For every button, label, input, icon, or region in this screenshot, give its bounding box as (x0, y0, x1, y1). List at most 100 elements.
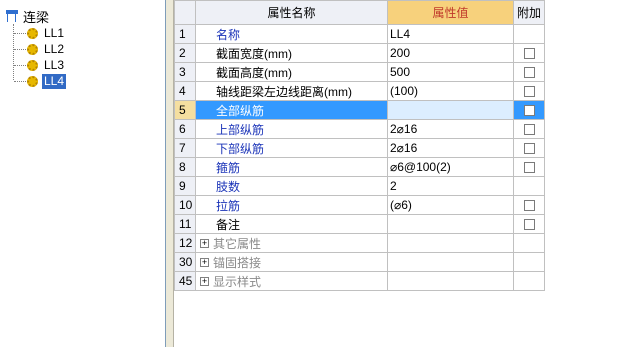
tree-item-ll4[interactable]: LL4 (14, 73, 67, 89)
gear-icon (27, 59, 38, 71)
extra-checkbox[interactable] (523, 143, 535, 155)
extra-checkbox[interactable] (523, 124, 535, 136)
tree-item-label: LL3 (44, 57, 65, 72)
component-group-icon (5, 9, 19, 23)
property-row[interactable]: 8 箍筋 ⌀6@100(2) (174, 157, 545, 177)
extra-cell[interactable] (513, 195, 545, 215)
property-name[interactable]: 拉筋 (195, 195, 388, 215)
expand-icon[interactable]: + (200, 276, 209, 286)
extra-cell[interactable] (513, 100, 545, 120)
extra-checkbox[interactable] (523, 200, 535, 212)
property-group-row[interactable]: 12 + 其它属性 (174, 233, 545, 253)
row-number: 1 (174, 24, 196, 44)
property-name-header[interactable]: 属性名称 (195, 0, 388, 25)
property-row[interactable]: 6 上部纵筋 2⌀16 (174, 119, 545, 139)
property-value-header[interactable]: 属性值 (387, 0, 514, 25)
property-row[interactable]: 9 肢数 2 (174, 176, 545, 196)
property-row[interactable]: 10 拉筋 (⌀6) (174, 195, 545, 215)
property-row[interactable]: 3 截面高度(mm) 500 (174, 62, 545, 82)
property-value[interactable]: ⌀6@100(2) (387, 157, 514, 177)
property-value[interactable]: (⌀6) (387, 195, 514, 215)
row-number: 10 (174, 195, 196, 215)
extra-checkbox[interactable] (523, 67, 535, 79)
property-group-label: 其它属性 (213, 236, 262, 251)
property-value[interactable]: 2⌀16 (387, 138, 514, 158)
property-row[interactable]: 5 全部纵筋 (174, 100, 545, 120)
extra-cell[interactable] (513, 81, 545, 101)
property-name[interactable]: 肢数 (195, 176, 388, 196)
extra-checkbox[interactable] (523, 105, 535, 117)
property-name[interactable]: 备注 (195, 214, 388, 234)
property-value[interactable] (387, 100, 514, 120)
row-number: 2 (174, 43, 196, 63)
row-number: 8 (174, 157, 196, 177)
row-number: 9 (174, 176, 196, 196)
property-name[interactable]: 上部纵筋 (195, 119, 388, 139)
property-name[interactable]: 截面宽度(mm) (195, 43, 388, 63)
property-group-row[interactable]: 30 + 锚固搭接 (174, 252, 545, 272)
property-name[interactable]: 箍筋 (195, 157, 388, 177)
extra-checkbox[interactable] (523, 86, 535, 98)
extra-cell[interactable] (513, 62, 545, 82)
tree-item-label: LL4 (42, 73, 67, 89)
property-value[interactable]: 2 (387, 176, 514, 196)
property-value[interactable]: 2⌀16 (387, 119, 514, 139)
extra-cell[interactable] (513, 157, 545, 177)
property-group[interactable]: + 其它属性 (195, 233, 388, 253)
property-value (387, 252, 514, 272)
property-value[interactable] (387, 214, 514, 234)
row-number: 11 (174, 214, 196, 234)
tree-item-label: LL1 (44, 25, 65, 40)
property-table: 属性名称 属性值 附加 1 名称 LL4 2 截面宽度(mm) 200 3 截面高度(mm) 5… (174, 0, 545, 291)
header-row: 属性名称 属性值 附加 (174, 0, 545, 25)
property-group[interactable]: + 显示样式 (195, 271, 388, 291)
row-number-header (174, 0, 196, 25)
extra-checkbox[interactable] (523, 48, 535, 60)
gear-icon (27, 75, 38, 87)
property-name[interactable]: 下部纵筋 (195, 138, 388, 158)
tree-item-ll3[interactable]: LL3 (14, 57, 66, 73)
row-number: 3 (174, 62, 196, 82)
property-value[interactable]: 200 (387, 43, 514, 63)
tree-item-ll1[interactable]: LL1 (14, 25, 66, 41)
tree-connector (14, 32, 26, 34)
extra-header[interactable]: 附加 (513, 0, 545, 25)
property-group-label: 显示样式 (213, 274, 262, 289)
extra-cell (513, 271, 545, 291)
extra-cell[interactable] (513, 43, 545, 63)
extra-cell (513, 24, 545, 44)
extra-checkbox[interactable] (523, 219, 535, 231)
property-row[interactable]: 1 名称 LL4 (174, 24, 545, 44)
property-name[interactable]: 名称 (195, 24, 388, 44)
row-number: 30 (174, 252, 196, 272)
property-grid: 属性名称 属性值 附加 1 名称 LL4 2 截面宽度(mm) 200 3 截面高度(mm) 5… (174, 0, 625, 347)
property-row[interactable]: 7 下部纵筋 2⌀16 (174, 138, 545, 158)
property-name[interactable]: 截面高度(mm) (195, 62, 388, 82)
extra-cell[interactable] (513, 138, 545, 158)
property-row[interactable]: 4 轴线距梁左边线距离(mm) (100) (174, 81, 545, 101)
extra-checkbox[interactable] (523, 162, 535, 174)
property-group-row[interactable]: 45 + 显示样式 (174, 271, 545, 291)
property-group[interactable]: + 锚固搭接 (195, 252, 388, 272)
gear-icon (27, 43, 38, 55)
extra-cell[interactable] (513, 119, 545, 139)
tree-root[interactable]: 连梁 (5, 8, 50, 25)
property-name[interactable]: 轴线距梁左边线距离(mm) (195, 81, 388, 101)
row-number: 4 (174, 81, 196, 101)
panel-splitter[interactable] (166, 0, 174, 347)
property-value[interactable]: 500 (387, 62, 514, 82)
property-row[interactable]: 2 截面宽度(mm) 200 (174, 43, 545, 63)
expand-icon[interactable]: + (200, 257, 209, 267)
tree-item-ll2[interactable]: LL2 (14, 41, 66, 57)
tree-connector (14, 48, 26, 50)
tree-root-label: 连梁 (23, 9, 50, 25)
expand-icon[interactable]: + (200, 238, 209, 248)
property-value[interactable]: LL4 (387, 24, 514, 44)
extra-cell[interactable] (513, 214, 545, 234)
component-tree: 连梁 LL1 LL2 LL3 LL4 (0, 0, 166, 347)
tree-item-label: LL2 (44, 41, 65, 56)
property-value[interactable]: (100) (387, 81, 514, 101)
property-row[interactable]: 11 备注 (174, 214, 545, 234)
property-name[interactable]: 全部纵筋 (195, 100, 388, 120)
property-value (387, 271, 514, 291)
